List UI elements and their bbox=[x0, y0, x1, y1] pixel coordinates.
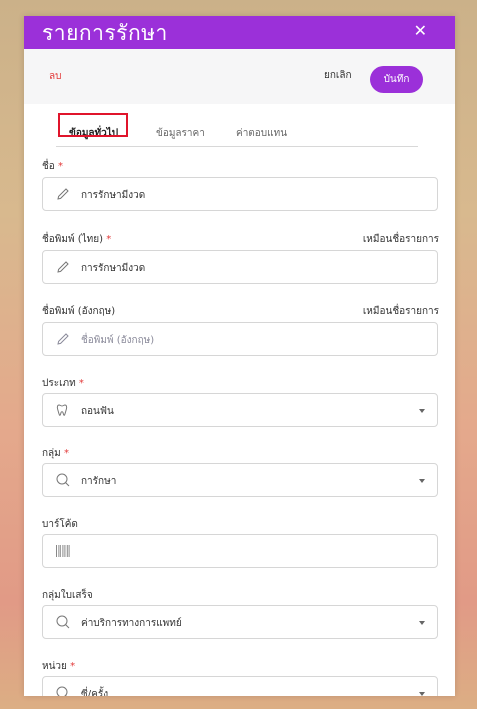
barcode-label: บาร์โค้ด bbox=[42, 519, 78, 530]
tab-compensation[interactable]: ค่าตอบแทน bbox=[236, 126, 287, 141]
name-label: ชื่อ * bbox=[42, 161, 63, 172]
cancel-button[interactable]: ยกเลิก bbox=[324, 68, 352, 83]
same-as-name-link-en[interactable]: เหมือนชื่อรายการ bbox=[363, 304, 439, 319]
search-icon bbox=[56, 473, 70, 487]
chevron-down-icon bbox=[419, 479, 425, 483]
unit-select[interactable]: ซี่/ครั้ง bbox=[42, 676, 438, 696]
print-name-th-field[interactable]: การรักษามีงวด bbox=[42, 250, 438, 284]
barcode-icon bbox=[56, 545, 70, 557]
name-field[interactable]: การรักษามีงวด bbox=[42, 177, 438, 211]
type-label: ประเภท * bbox=[42, 378, 84, 389]
save-button[interactable]: บันทึก bbox=[370, 66, 423, 93]
receipt-group-select[interactable]: ค่าบริการทางการแพทย์ bbox=[42, 605, 438, 639]
print-name-en-placeholder: ชื่อพิมพ์ (อังกฤษ) bbox=[81, 335, 155, 346]
name-value: การรักษามีงวด bbox=[81, 190, 146, 201]
chevron-down-icon bbox=[419, 621, 425, 625]
tooth-icon bbox=[56, 404, 68, 416]
group-select[interactable]: การักษา bbox=[42, 463, 438, 497]
tab-pricing[interactable]: ข้อมูลราคา bbox=[156, 126, 205, 141]
print-name-en-label: ชื่อพิมพ์ (อังกฤษ) bbox=[42, 306, 116, 317]
type-select[interactable]: ถอนฟัน bbox=[42, 393, 438, 427]
chevron-down-icon bbox=[419, 409, 425, 413]
group-value: การักษา bbox=[81, 476, 117, 487]
treatment-dialog: รายการรักษา ✕ ลบ ยกเลิก บันทึก ข้อมูลทั่… bbox=[24, 16, 455, 696]
barcode-field[interactable] bbox=[42, 534, 438, 568]
tab-highlight-box bbox=[58, 113, 128, 137]
pencil-icon bbox=[57, 188, 69, 200]
action-toolbar: ลบ ยกเลิก บันทึก bbox=[24, 49, 455, 104]
same-as-name-link-th[interactable]: เหมือนชื่อรายการ bbox=[363, 232, 439, 247]
group-label: กลุ่ม * bbox=[42, 448, 69, 459]
search-icon bbox=[56, 615, 70, 629]
close-icon[interactable]: ✕ bbox=[414, 20, 427, 42]
unit-label: หน่วย * bbox=[42, 661, 76, 672]
receipt-group-label: กลุ่มใบเสร็จ bbox=[42, 590, 93, 601]
dialog-header: รายการรักษา ✕ bbox=[24, 16, 455, 49]
search-icon bbox=[56, 686, 68, 696]
pencil-icon bbox=[57, 261, 69, 273]
delete-button[interactable]: ลบ bbox=[49, 69, 61, 84]
print-name-en-field[interactable]: ชื่อพิมพ์ (อังกฤษ) bbox=[42, 322, 438, 356]
chevron-down-icon bbox=[419, 692, 425, 696]
dialog-title: รายการรักษา bbox=[42, 21, 168, 45]
unit-value: ซี่/ครั้ง bbox=[81, 689, 109, 696]
print-name-th-label: ชื่อพิมพ์ (ไทย) * bbox=[42, 234, 112, 245]
pencil-icon bbox=[57, 333, 69, 345]
print-name-th-value: การรักษามีงวด bbox=[81, 263, 146, 274]
receipt-group-value: ค่าบริการทางการแพทย์ bbox=[81, 618, 182, 629]
type-value: ถอนฟัน bbox=[81, 406, 114, 417]
